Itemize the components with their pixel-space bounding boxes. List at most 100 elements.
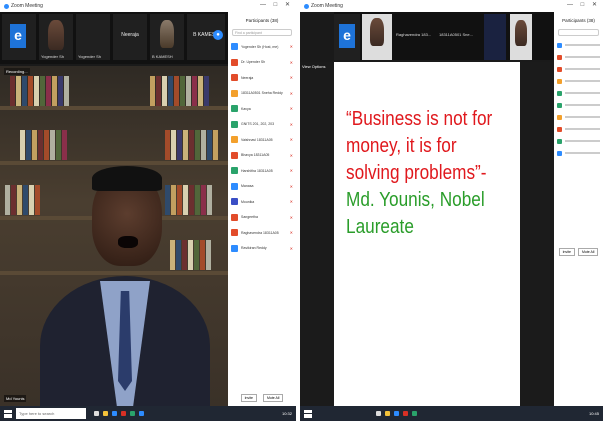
participant-row[interactable]: Ravikiran Reddy ✕ [231,241,293,257]
participant-row[interactable]: Neeraja ✕ [231,70,293,86]
video-tile[interactable]: Yogender Sh [76,14,110,60]
participant-name-placeholder [565,128,600,130]
participant-row[interactable]: Dr. Upender Sh ✕ [231,55,293,71]
avatar [231,229,238,237]
participant-row[interactable] [557,99,600,111]
participant-row[interactable]: Yogender Sh (Host, me) ✕ [231,39,293,55]
participant-row[interactable]: 18311A0501 Sneha Reddy ✕ [231,86,293,102]
participant-row[interactable]: Mounika ✕ [231,194,293,210]
participants-panel: Participants (38) Find a participant Yog… [228,12,296,406]
window-title: Zoom Meeting [311,3,343,9]
tile-name: Raghavendra 183... [396,32,432,37]
camera-icon[interactable]: ● [213,30,223,40]
participant-name: Neeraja [241,75,254,80]
participant-face [515,20,527,46]
participant-row[interactable] [557,87,600,99]
mute-all-button[interactable]: Mute All [262,394,284,402]
tile-name: Yogender Sh [41,54,64,59]
edge-icon[interactable] [112,411,117,416]
video-strip: e Yogender Sh Yogender Sh Neeraja B KAME… [0,12,228,64]
video-tile[interactable]: B KAMESH ● [187,14,225,60]
participant-row[interactable] [557,147,600,159]
chrome-icon[interactable] [412,411,417,416]
video-tile[interactable]: Neeraja [113,14,147,60]
taskbar-search-input[interactable]: Type here to search [16,408,86,419]
participant-name-placeholder [565,44,600,46]
mic-muted-icon: ✕ [289,214,293,220]
participant-face [370,18,384,46]
task-view-icon[interactable] [376,411,381,416]
participant-name: Mounika [241,199,255,204]
chrome-icon[interactable] [130,411,135,416]
participant-face [160,20,174,48]
avatar [231,167,238,175]
mic-muted-icon: ✕ [289,90,293,96]
video-tile[interactable]: e [334,14,360,60]
participant-row[interactable]: Bhavya 18311A05 ✕ [231,148,293,164]
mute-all-button[interactable]: Mute All [577,248,599,256]
participant-row[interactable]: Harshitha 18311A05 ✕ [231,163,293,179]
quote-main: “Business is not for money, it is for so… [346,108,493,184]
video-tile[interactable]: Yogender Sh [39,14,73,60]
participant-row[interactable]: Vaishnavi 18311A05 ✕ [231,132,293,148]
participant-row[interactable]: Kavya ✕ [231,101,293,117]
avatar [557,66,562,72]
video-tile[interactable] [362,14,392,60]
participant-name: Dr. Upender Sh [241,60,266,65]
zoom-app-icon[interactable] [139,411,144,416]
participant-row[interactable] [557,75,600,87]
taskbar: Type here to search 10:32 [0,406,296,421]
participant-row[interactable] [557,51,600,63]
video-tile[interactable] [484,14,506,60]
avatar [231,136,238,144]
file-explorer-icon[interactable] [103,411,108,416]
avatar [231,43,238,51]
participant-row[interactable] [557,123,600,135]
window-controls[interactable]: — □ ✕ [567,1,600,8]
avatar [231,182,238,190]
participant-search-input[interactable] [558,29,599,36]
participant-search-input[interactable]: Find a participant [232,29,292,36]
participant-row[interactable] [557,135,600,147]
video-tile[interactable]: e [2,14,36,60]
taskbar: 10:45 [300,406,603,421]
video-tile[interactable] [510,14,532,60]
participant-row[interactable]: Sangeetha ✕ [231,210,293,226]
avatar [231,105,238,113]
file-explorer-icon[interactable] [385,411,390,416]
right-screenshot: Zoom Meeting — □ ✕ e Raghavendra 183... … [300,0,603,421]
participant-name-placeholder [565,152,600,154]
invite-button[interactable]: Invite [558,248,575,256]
windows-start-icon[interactable] [304,409,312,418]
video-tile[interactable]: B KAMESH [150,14,184,60]
participant-row[interactable]: GNITS 201, 202, 203 ✕ [231,117,293,133]
mic-muted-icon: ✕ [289,199,293,205]
view-options-button[interactable]: View Options [302,64,326,69]
windows-start-icon[interactable] [4,409,12,418]
invite-button[interactable]: Invite [240,394,257,402]
participant-row[interactable] [557,111,600,123]
mic-muted-icon: ✕ [289,245,293,251]
e-logo-icon: e [10,24,26,48]
edge-icon[interactable] [394,411,399,416]
participant-name-placeholder [565,80,600,82]
quote-author: Md. Younis, Nobel Laureate [346,189,485,238]
app-icon[interactable] [403,411,408,416]
mic-muted-icon: ✕ [289,183,293,189]
participant-name: Raghavendra 18311A05 [241,230,279,235]
participant-row[interactable] [557,63,600,75]
mic-muted-icon: ✕ [289,137,293,143]
participant-name-placeholder [565,92,600,94]
participant-row[interactable]: Manasa ✕ [231,179,293,195]
task-view-icon[interactable] [94,411,99,416]
app-icon[interactable] [121,411,126,416]
avatar [231,213,238,221]
shared-slide: “Business is not for money, it is for so… [334,62,520,412]
clock: 10:45 [588,411,599,416]
avatar [557,150,562,156]
participant-row[interactable]: Raghavendra 18311A05 ✕ [231,225,293,241]
participant-name: Harshitha 18311A05 [241,168,273,173]
participant-row[interactable] [557,39,600,51]
window-title: Zoom Meeting [11,3,43,9]
window-controls[interactable]: — □ ✕ [260,1,293,8]
